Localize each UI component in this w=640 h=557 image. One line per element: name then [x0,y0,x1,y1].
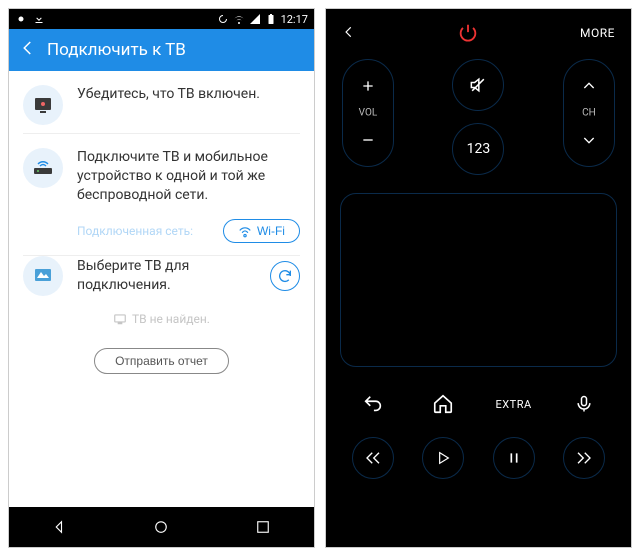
back-icon[interactable] [19,38,37,62]
battery-icon [265,13,277,25]
tv-not-found: ТВ не найден. [9,302,314,342]
remote-back-icon[interactable] [342,23,356,44]
app-title: Подключить к ТВ [47,40,186,60]
cast-icon [113,312,127,326]
remote-top-bar: MORE [336,17,621,49]
voice-button[interactable] [563,383,605,425]
pause-button[interactable] [493,437,535,479]
sync-icon [217,13,229,25]
play-button[interactable] [422,437,464,479]
step-3-text: Выберите ТВ для подключения. [77,257,270,293]
step-1-text: Убедитесь, что ТВ включен. [77,85,300,125]
refresh-button[interactable] [270,261,300,291]
wifi-button-label: Wi-Fi [257,224,285,238]
more-button[interactable]: MORE [580,26,615,40]
volume-down-button[interactable] [354,126,382,154]
router-icon [23,148,63,188]
remote-nav-row: EXTRA [336,377,621,431]
channel-up-button[interactable] [575,72,603,100]
channel-rocker: CH [563,59,615,167]
volume-rocker: VOL [342,59,394,167]
refresh-icon [277,268,293,284]
step-2-text: Подключите ТВ и мобильное устройство к о… [77,148,300,205]
numpad-button[interactable]: 123 [452,123,504,175]
remote-controls: VOL 123 CH [336,49,621,179]
send-report-label: Отправить отчет [115,354,208,368]
status-bar: 12:17 [9,9,314,29]
rewind-button[interactable] [352,437,394,479]
download-icon [33,13,45,25]
nav-home-icon[interactable] [150,516,172,538]
app-bar: Подключить к ТВ [9,29,314,71]
remote-home-button[interactable] [422,383,464,425]
mute-button[interactable] [452,59,504,111]
wifi-status-icon [233,13,245,25]
notification-icon [15,13,27,25]
content-area: Убедитесь, что ТВ включен. Подключите ТВ… [9,71,314,507]
tv-remote-screen: MORE VOL 123 [325,8,632,548]
wifi-button[interactable]: Wi-Fi [223,219,300,243]
status-time: 12:17 [281,13,308,26]
signal-icon [249,13,261,25]
numpad-label: 123 [467,141,491,157]
extra-button[interactable]: EXTRA [493,383,535,425]
connected-network-label: Подключенная сеть: [77,224,193,238]
tv-on-icon [23,85,63,125]
step-3: Выберите ТВ для подключения. [9,256,314,302]
remote-return-button[interactable] [352,383,394,425]
connect-tv-screen: 12:17 Подключить к ТВ Убедитесь, что ТВ … [8,8,315,548]
forward-button[interactable] [563,437,605,479]
channel-label: CH [582,108,596,119]
android-nav-bar [9,507,314,547]
step-2: Подключите ТВ и мобильное устройство к о… [9,134,314,213]
trackpad[interactable] [340,193,617,367]
send-report-button[interactable]: Отправить отчет [94,348,229,374]
step-1: Убедитесь, что ТВ включен. [9,71,314,133]
volume-up-button[interactable] [354,72,382,100]
remote-media-row [336,431,621,485]
wifi-icon [238,224,252,238]
channel-down-button[interactable] [575,126,603,154]
nav-back-icon[interactable] [49,516,71,538]
volume-label: VOL [359,108,378,119]
nav-recent-icon[interactable] [252,516,274,538]
tv-not-found-label: ТВ не найден. [132,312,210,326]
select-tv-icon [23,256,63,296]
power-button[interactable] [456,21,480,45]
